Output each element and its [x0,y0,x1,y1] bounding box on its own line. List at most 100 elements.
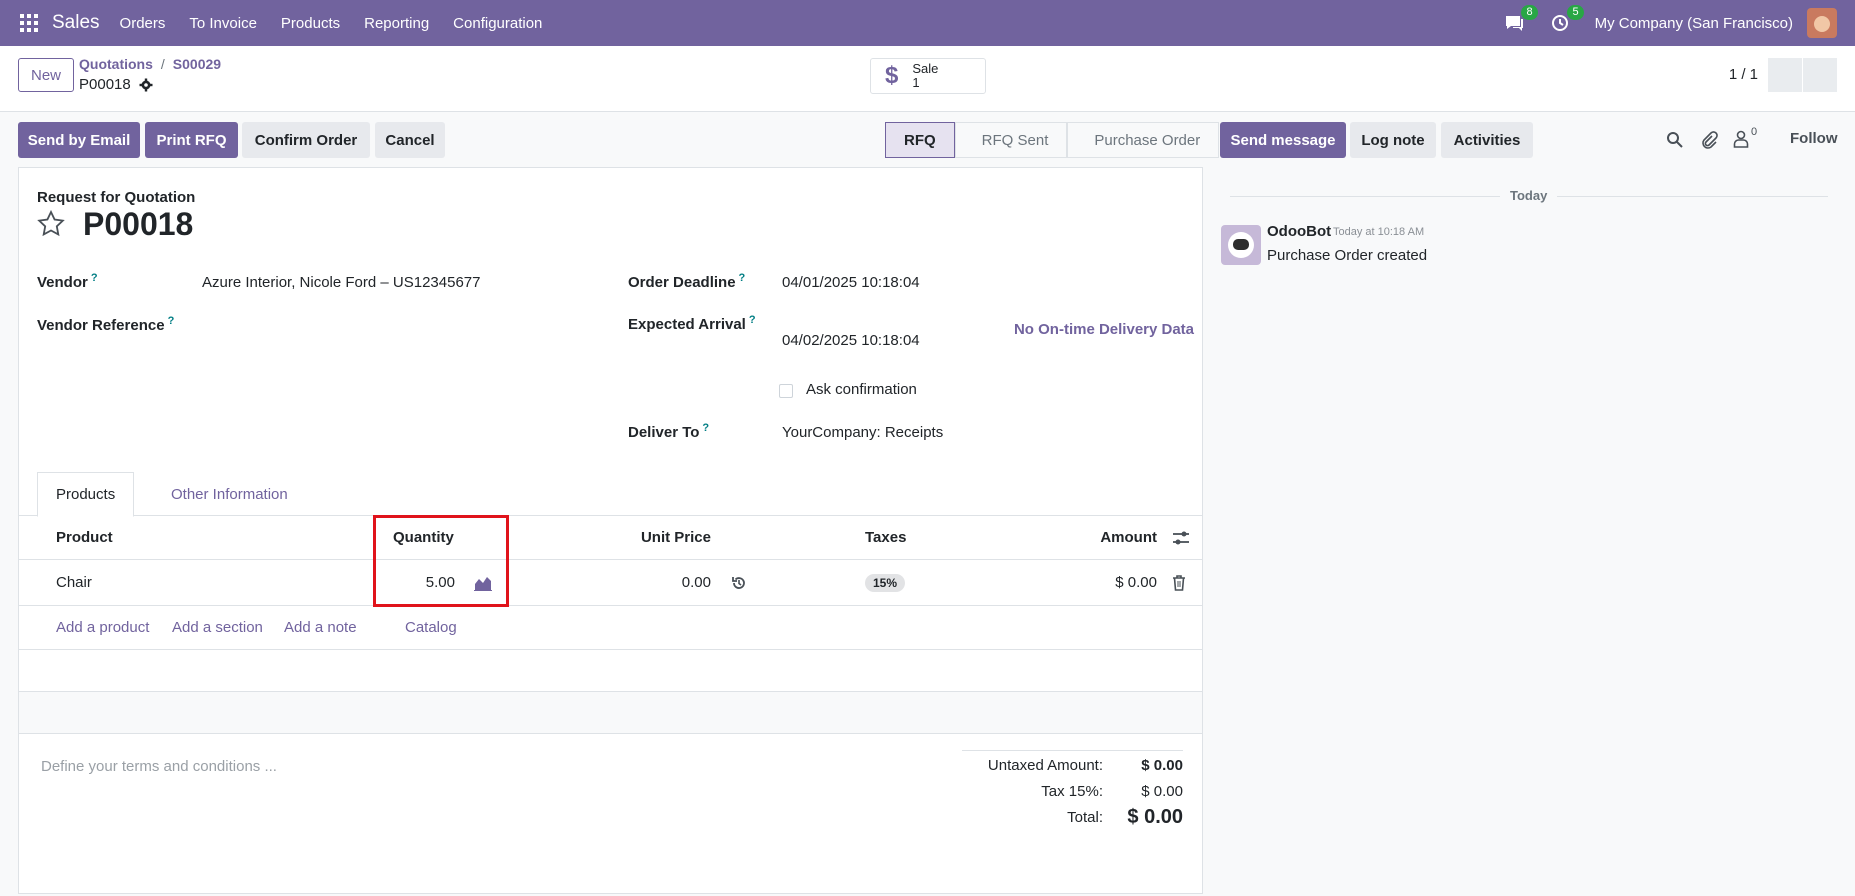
sale-smart-button[interactable]: $ Sale 1 [870,58,986,94]
optional-columns-icon[interactable] [1172,529,1190,547]
smart-button-count: 1 [912,75,920,90]
deliver-to-label: Deliver To? [628,422,709,441]
history-icon[interactable] [731,575,747,591]
empty-row [19,650,1202,692]
total-label: Total: [1067,809,1103,826]
apps-menu-icon[interactable] [20,14,38,32]
breadcrumb: Quotations / S00029 [79,56,222,72]
confirm-order-button[interactable]: Confirm Order [242,122,370,158]
activities-clock-icon[interactable]: 5 [1549,5,1584,34]
add-section-link[interactable]: Add a section [172,619,263,636]
message-body: Purchase Order created [1267,247,1428,264]
untaxed-amount-value: $ 0.00 [1141,757,1183,774]
menu-reporting[interactable]: Reporting [364,15,429,32]
new-button[interactable]: New [18,58,74,92]
tax-value: $ 0.00 [1141,783,1183,800]
form-subtitle: Request for Quotation [37,189,196,206]
odoobot-avatar [1221,225,1261,265]
tab-products[interactable]: Products [37,472,135,517]
expected-arrival-help-icon[interactable]: ? [749,314,756,326]
untaxed-amount-label: Untaxed Amount: [987,757,1103,774]
order-lines-header: Product Quantity Unit Price Taxes Amount [19,516,1202,560]
dollar-icon: $ [885,62,899,89]
order-deadline-help-icon[interactable]: ? [739,272,746,284]
menu-orders[interactable]: Orders [120,15,166,32]
column-taxes[interactable]: Taxes [865,516,906,559]
menu-products[interactable]: Products [281,15,340,32]
app-name[interactable]: Sales [52,12,100,34]
add-product-link[interactable]: Add a product [56,619,149,636]
tax-label: Tax 15%: [1041,783,1103,800]
status-rfq-sent[interactable]: RFQ Sent [954,122,1068,158]
catalog-link[interactable]: Catalog [405,619,457,636]
add-note-link[interactable]: Add a note [284,619,357,636]
vendor-reference-help-icon[interactable]: ? [168,315,175,327]
followers-count: 0 [1751,126,1758,138]
company-switcher[interactable]: My Company (San Francisco) [1595,15,1793,32]
row-product[interactable]: Chair [56,560,92,605]
deliver-to-field[interactable]: YourCompany: Receipts [782,424,943,441]
record-name-text: P00018 [79,76,131,93]
vendor-reference-label: Vendor Reference? [37,315,174,334]
messages-icon[interactable]: 8 [1503,5,1538,34]
status-rfq[interactable]: RFQ [885,122,955,158]
tax-badge: 15% [865,573,906,592]
control-panel: New Quotations / S00029 P00018 $ Sale 1 1 … [0,46,1855,112]
on-time-delivery-data-button[interactable]: No On-time Delivery Data [1009,318,1199,342]
print-rfq-button[interactable]: Print RFQ [145,122,238,158]
deliver-to-help-icon[interactable]: ? [702,422,709,434]
row-taxes[interactable]: 15% [865,560,906,605]
row-amount: $ 0.00 [1115,574,1157,591]
expected-arrival-field[interactable]: 04/02/2025 10:18:04 [782,332,920,349]
vendor-field[interactable]: Azure Interior, Nicole Ford – US12345677 [202,274,481,291]
column-unit-price[interactable]: Unit Price [641,516,711,559]
tab-other-information[interactable]: Other Information [153,472,306,517]
messages-badge: 8 [1521,5,1538,20]
menu-to-invoice[interactable]: To Invoice [189,15,257,32]
status-purchase-order[interactable]: Purchase Order [1067,122,1220,158]
followers-button[interactable]: 0 [1733,126,1757,148]
pager-previous-button[interactable] [1768,58,1802,92]
order-deadline-field[interactable]: 04/01/2025 10:18:04 [782,274,920,291]
breadcrumb-quotations[interactable]: Quotations [79,56,153,72]
user-avatar[interactable] [1807,8,1837,38]
log-note-button[interactable]: Log note [1350,122,1436,158]
send-message-button[interactable]: Send message [1220,122,1346,158]
paperclip-icon[interactable] [1700,131,1718,149]
form-sheet: Request for Quotation P00018 Vendor? Azu… [18,167,1203,894]
star-icon[interactable] [37,210,65,238]
ask-confirmation-label[interactable]: Ask confirmation [806,381,917,398]
column-product[interactable]: Product [56,516,113,559]
menu-configuration[interactable]: Configuration [453,15,542,32]
ask-confirmation-checkbox[interactable] [779,384,793,398]
follow-button[interactable]: Follow [1790,130,1838,147]
top-navbar: Sales Orders To Invoice Products Reporti… [0,0,1855,46]
user-icon [1733,130,1749,148]
expected-arrival-label-text: Expected Arrival [628,316,746,333]
activities-button[interactable]: Activities [1441,122,1533,158]
empty-row [19,692,1202,734]
search-icon[interactable] [1666,131,1684,149]
vendor-label-text: Vendor [37,274,88,291]
date-separator: Today [1500,188,1558,203]
cancel-button[interactable]: Cancel [375,122,445,158]
deliver-to-label-text: Deliver To [628,424,700,441]
gear-icon[interactable] [139,78,153,92]
breadcrumb-so[interactable]: S00029 [173,56,221,72]
status-bar: RFQ RFQ Sent Purchase Order [885,122,1220,158]
send-by-email-button[interactable]: Send by Email [18,122,140,158]
untaxed-amount-line: Untaxed Amount: $ 0.00 [962,751,1183,777]
vendor-label: Vendor? [37,272,98,291]
quantity-highlight-box [373,515,509,607]
vendor-reference-field[interactable] [202,315,582,337]
column-amount[interactable]: Amount [1100,516,1157,559]
pager-next-button[interactable] [1803,58,1837,92]
totals-summary: Untaxed Amount: $ 0.00 Tax 15%: $ 0.00 T… [962,750,1183,829]
row-unit-price[interactable]: 0.00 [682,560,711,605]
vendor-help-icon[interactable]: ? [91,272,98,284]
terms-conditions-field[interactable]: Define your terms and conditions ... [41,758,277,775]
table-row[interactable]: Chair 5.00 0.00 15% $ 0.00 [19,560,1202,606]
message-author[interactable]: OdooBot [1267,223,1331,240]
trash-icon[interactable] [1172,575,1186,591]
pager-value[interactable]: 1 / 1 [1729,66,1758,83]
